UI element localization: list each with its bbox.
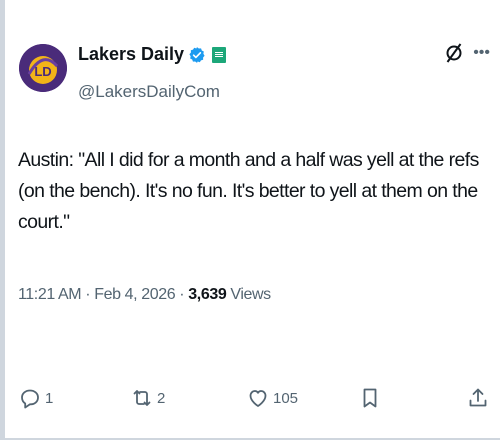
grok-icon[interactable] (445, 42, 463, 64)
bookmark-button[interactable] (358, 386, 382, 410)
affiliate-badge-icon[interactable] (212, 46, 227, 63)
author-handle[interactable]: @LakersDailyCom (78, 82, 220, 102)
views-count: 3,639 (188, 286, 227, 303)
views-label: Views (230, 286, 271, 303)
repost-count: 2 (157, 389, 166, 407)
share-button[interactable] (466, 386, 490, 410)
repost-button[interactable]: 2 (130, 386, 165, 410)
avatar-logo: LD (19, 44, 67, 92)
post-text: Austin: "All I did for a month and a hal… (18, 149, 479, 233)
reply-button[interactable]: 1 (18, 386, 53, 410)
more-icon[interactable]: ••• (473, 44, 490, 62)
post-date[interactable]: Feb 4, 2026 (94, 286, 175, 303)
meta-separator: · (179, 286, 185, 303)
like-button[interactable]: 105 (246, 386, 298, 410)
reply-icon (21, 389, 39, 409)
action-bar: 1 2 105 (0, 368, 500, 418)
verified-badge-icon (189, 46, 205, 63)
avatar-text: LD (34, 64, 51, 79)
bookmark-icon (363, 388, 377, 408)
like-count: 105 (273, 389, 299, 407)
post-time[interactable]: 11:21 AM (18, 286, 82, 303)
author-name-row[interactable]: Lakers Daily (78, 44, 227, 65)
avatar[interactable]: LD (19, 44, 67, 92)
reply-count: 1 (45, 389, 54, 407)
meta-separator: · (85, 286, 91, 303)
share-icon (469, 388, 487, 407)
author-display-name[interactable]: Lakers Daily (78, 44, 184, 65)
post-metadata: 11:21 AM · Feb 4, 2026 · 3,639 Views (18, 286, 271, 304)
like-icon (249, 390, 267, 407)
repost-icon (133, 390, 151, 406)
post-header-actions: ••• (445, 42, 490, 64)
